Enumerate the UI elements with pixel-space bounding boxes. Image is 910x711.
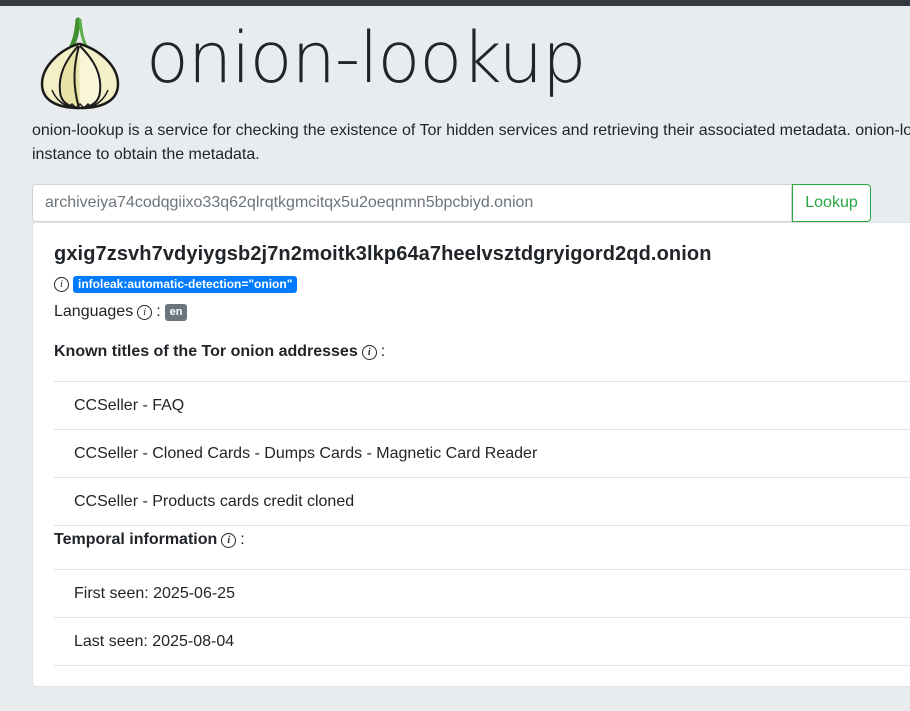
list-item: CCSeller - Cloned Cards - Dumps Cards - … — [54, 429, 910, 477]
temporal-heading: Temporal information i : — [54, 531, 245, 549]
page-title: onion-lookup — [146, 16, 585, 100]
description-line-1: onion-lookup is a service for checking t… — [32, 119, 910, 143]
languages-label: Languages — [54, 303, 133, 321]
language-badge: en — [165, 304, 188, 321]
info-icon[interactable]: i — [137, 305, 152, 320]
info-icon[interactable]: i — [362, 345, 377, 360]
result-card: gxig7zsvh7vdyiygsb2j7n2moitk3lkp64a7heel… — [32, 222, 910, 687]
description-line-2: instance to obtain the metadata. — [32, 143, 910, 167]
temporal-heading-colon: : — [240, 531, 244, 549]
tag-row: i infoleak:automatic-detection="onion" — [54, 275, 297, 293]
titles-heading-label: Known titles of the Tor onion addresses — [54, 343, 358, 361]
temporal-heading-label: Temporal information — [54, 531, 217, 549]
garlic-logo-icon — [38, 16, 122, 110]
onion-address: gxig7zsvh7vdyiygsb2j7n2moitk3lkp64a7heel… — [54, 243, 712, 266]
titles-heading: Known titles of the Tor onion addresses … — [54, 343, 385, 361]
tag-badge: infoleak:automatic-detection="onion" — [73, 276, 297, 293]
description: onion-lookup is a service for checking t… — [32, 119, 910, 167]
search-input[interactable] — [32, 184, 792, 222]
languages-row: Languages i : en — [54, 303, 187, 321]
top-bar — [0, 0, 910, 6]
languages-colon: : — [156, 303, 160, 321]
titles-list: CCSeller - FAQ CCSeller - Cloned Cards -… — [54, 381, 910, 526]
lookup-button[interactable]: Lookup — [792, 184, 871, 222]
temporal-list: First seen: 2025-06-25 Last seen: 2025-0… — [54, 569, 910, 666]
list-item: First seen: 2025-06-25 — [54, 569, 910, 617]
titles-heading-colon: : — [381, 343, 385, 361]
list-item: CCSeller - Products cards credit cloned — [54, 477, 910, 526]
info-icon[interactable]: i — [221, 533, 236, 548]
list-item: Last seen: 2025-08-04 — [54, 617, 910, 666]
list-item: CCSeller - FAQ — [54, 381, 910, 429]
info-icon[interactable]: i — [54, 277, 69, 292]
